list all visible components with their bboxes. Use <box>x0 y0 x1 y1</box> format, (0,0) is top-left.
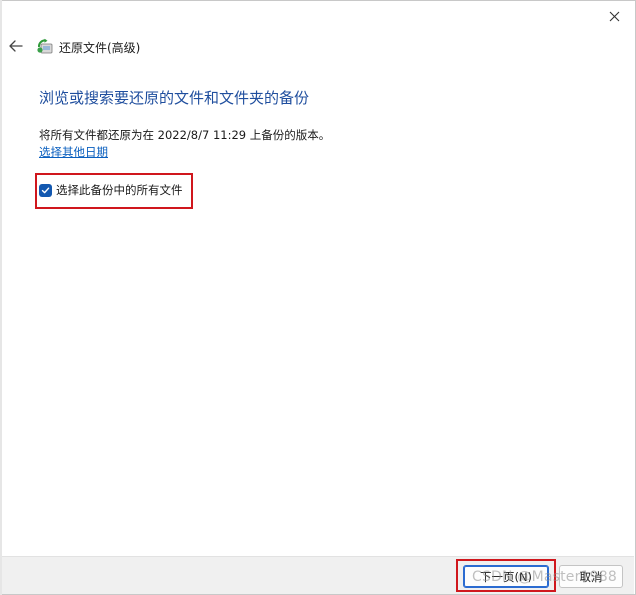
close-button[interactable] <box>600 4 628 28</box>
window-title-bar: 还原文件(高级) <box>36 37 140 57</box>
cancel-button[interactable]: 取消 <box>559 565 623 588</box>
back-arrow-icon <box>9 40 23 52</box>
choose-other-date-link[interactable]: 选择其他日期 <box>39 144 108 160</box>
page-heading: 浏览或搜索要还原的文件和文件夹的备份 <box>39 89 310 107</box>
backup-restore-icon <box>37 38 53 54</box>
window-title: 还原文件(高级) <box>59 40 141 55</box>
checkmark-icon <box>41 187 50 193</box>
select-all-files-checkbox[interactable] <box>39 183 52 197</box>
window-left-edge <box>0 0 2 595</box>
next-button-highlight-box <box>456 559 556 592</box>
back-button[interactable] <box>6 36 26 56</box>
restore-description: 将所有文件都还原为在 2022/8/7 11:29 上备份的版本。 <box>39 128 331 142</box>
select-all-files-label: 选择此备份中的所有文件 <box>56 183 183 197</box>
select-all-files-checkbox-row[interactable]: 选择此备份中的所有文件 <box>39 182 183 198</box>
close-icon <box>609 11 619 21</box>
